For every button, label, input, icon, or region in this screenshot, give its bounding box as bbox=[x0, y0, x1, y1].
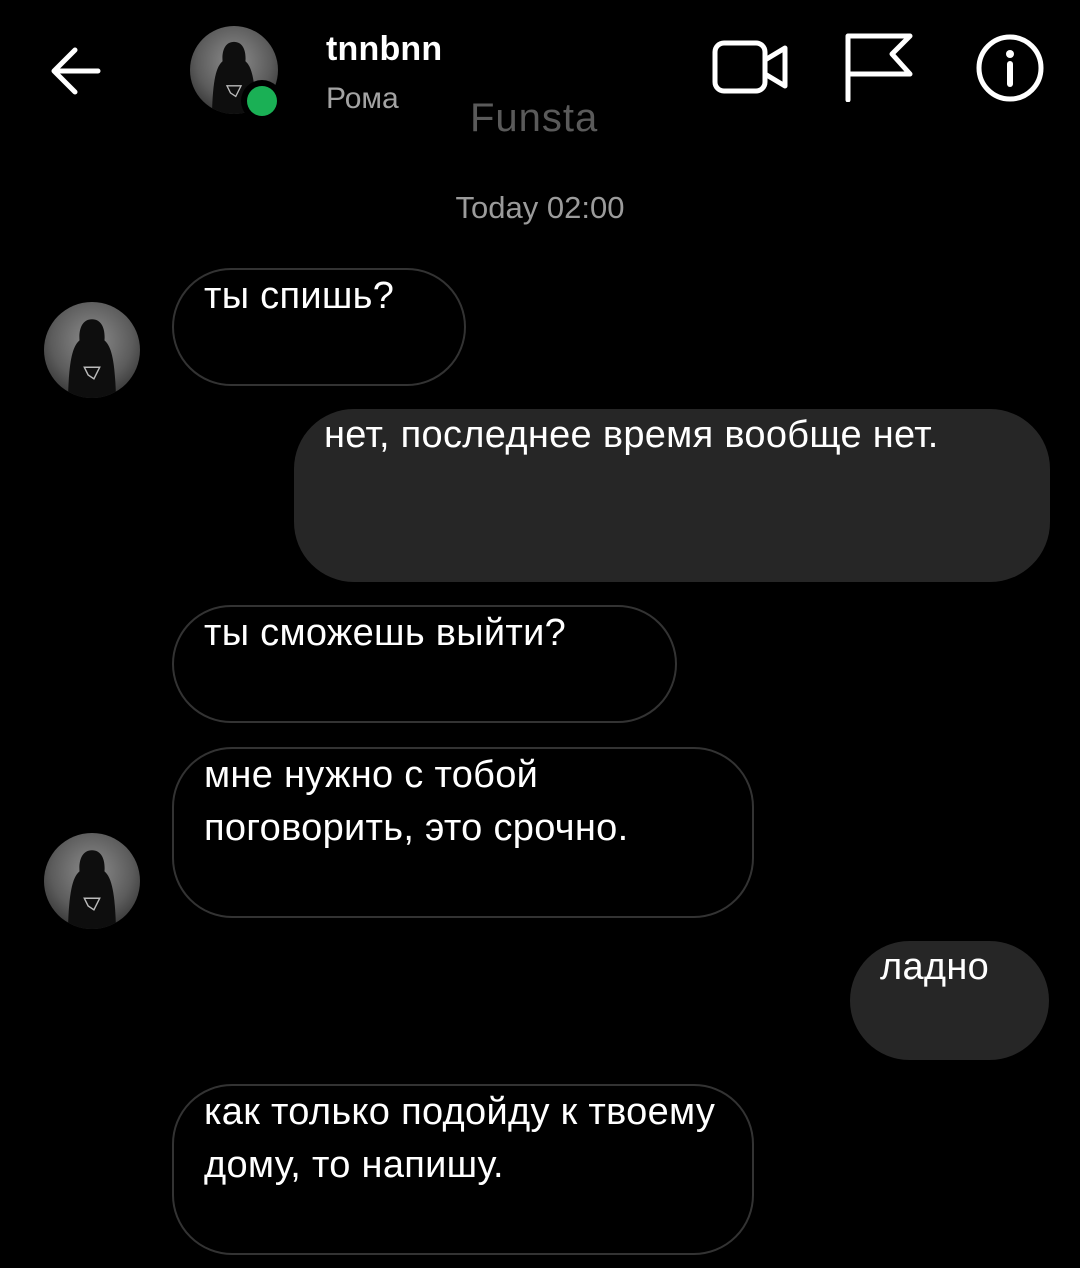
message-bubble-incoming[interactable]: ты спишь? bbox=[172, 268, 466, 386]
message-bubble-incoming[interactable]: мне нужно с тобой поговорить, это срочно… bbox=[172, 747, 754, 918]
watermark-text: Funsta bbox=[470, 96, 599, 140]
message-bubble-outgoing[interactable]: нет, последнее время вообще нет. bbox=[294, 409, 1050, 582]
flag-icon bbox=[845, 33, 913, 102]
message-bubble-incoming[interactable]: ты сможешь выйти? bbox=[172, 605, 677, 723]
report-button[interactable] bbox=[840, 30, 914, 102]
contact-name: Рома bbox=[326, 82, 399, 115]
info-button[interactable] bbox=[974, 32, 1046, 104]
contact-username[interactable]: tnnbnn bbox=[326, 30, 442, 69]
sender-avatar[interactable] bbox=[44, 833, 140, 929]
message-bubble-outgoing[interactable]: ладно bbox=[850, 941, 1049, 1060]
info-icon bbox=[976, 34, 1044, 102]
sender-avatar[interactable] bbox=[44, 302, 140, 398]
back-button[interactable] bbox=[44, 40, 106, 102]
video-call-button[interactable] bbox=[712, 38, 790, 96]
message-bubble-incoming[interactable]: как только подойду к твоему дому, то нап… bbox=[172, 1084, 754, 1255]
online-status-dot bbox=[241, 80, 283, 122]
message-timestamp: Today 02:00 bbox=[455, 190, 625, 225]
video-camera-icon bbox=[712, 40, 788, 94]
arrow-left-icon bbox=[51, 47, 101, 95]
